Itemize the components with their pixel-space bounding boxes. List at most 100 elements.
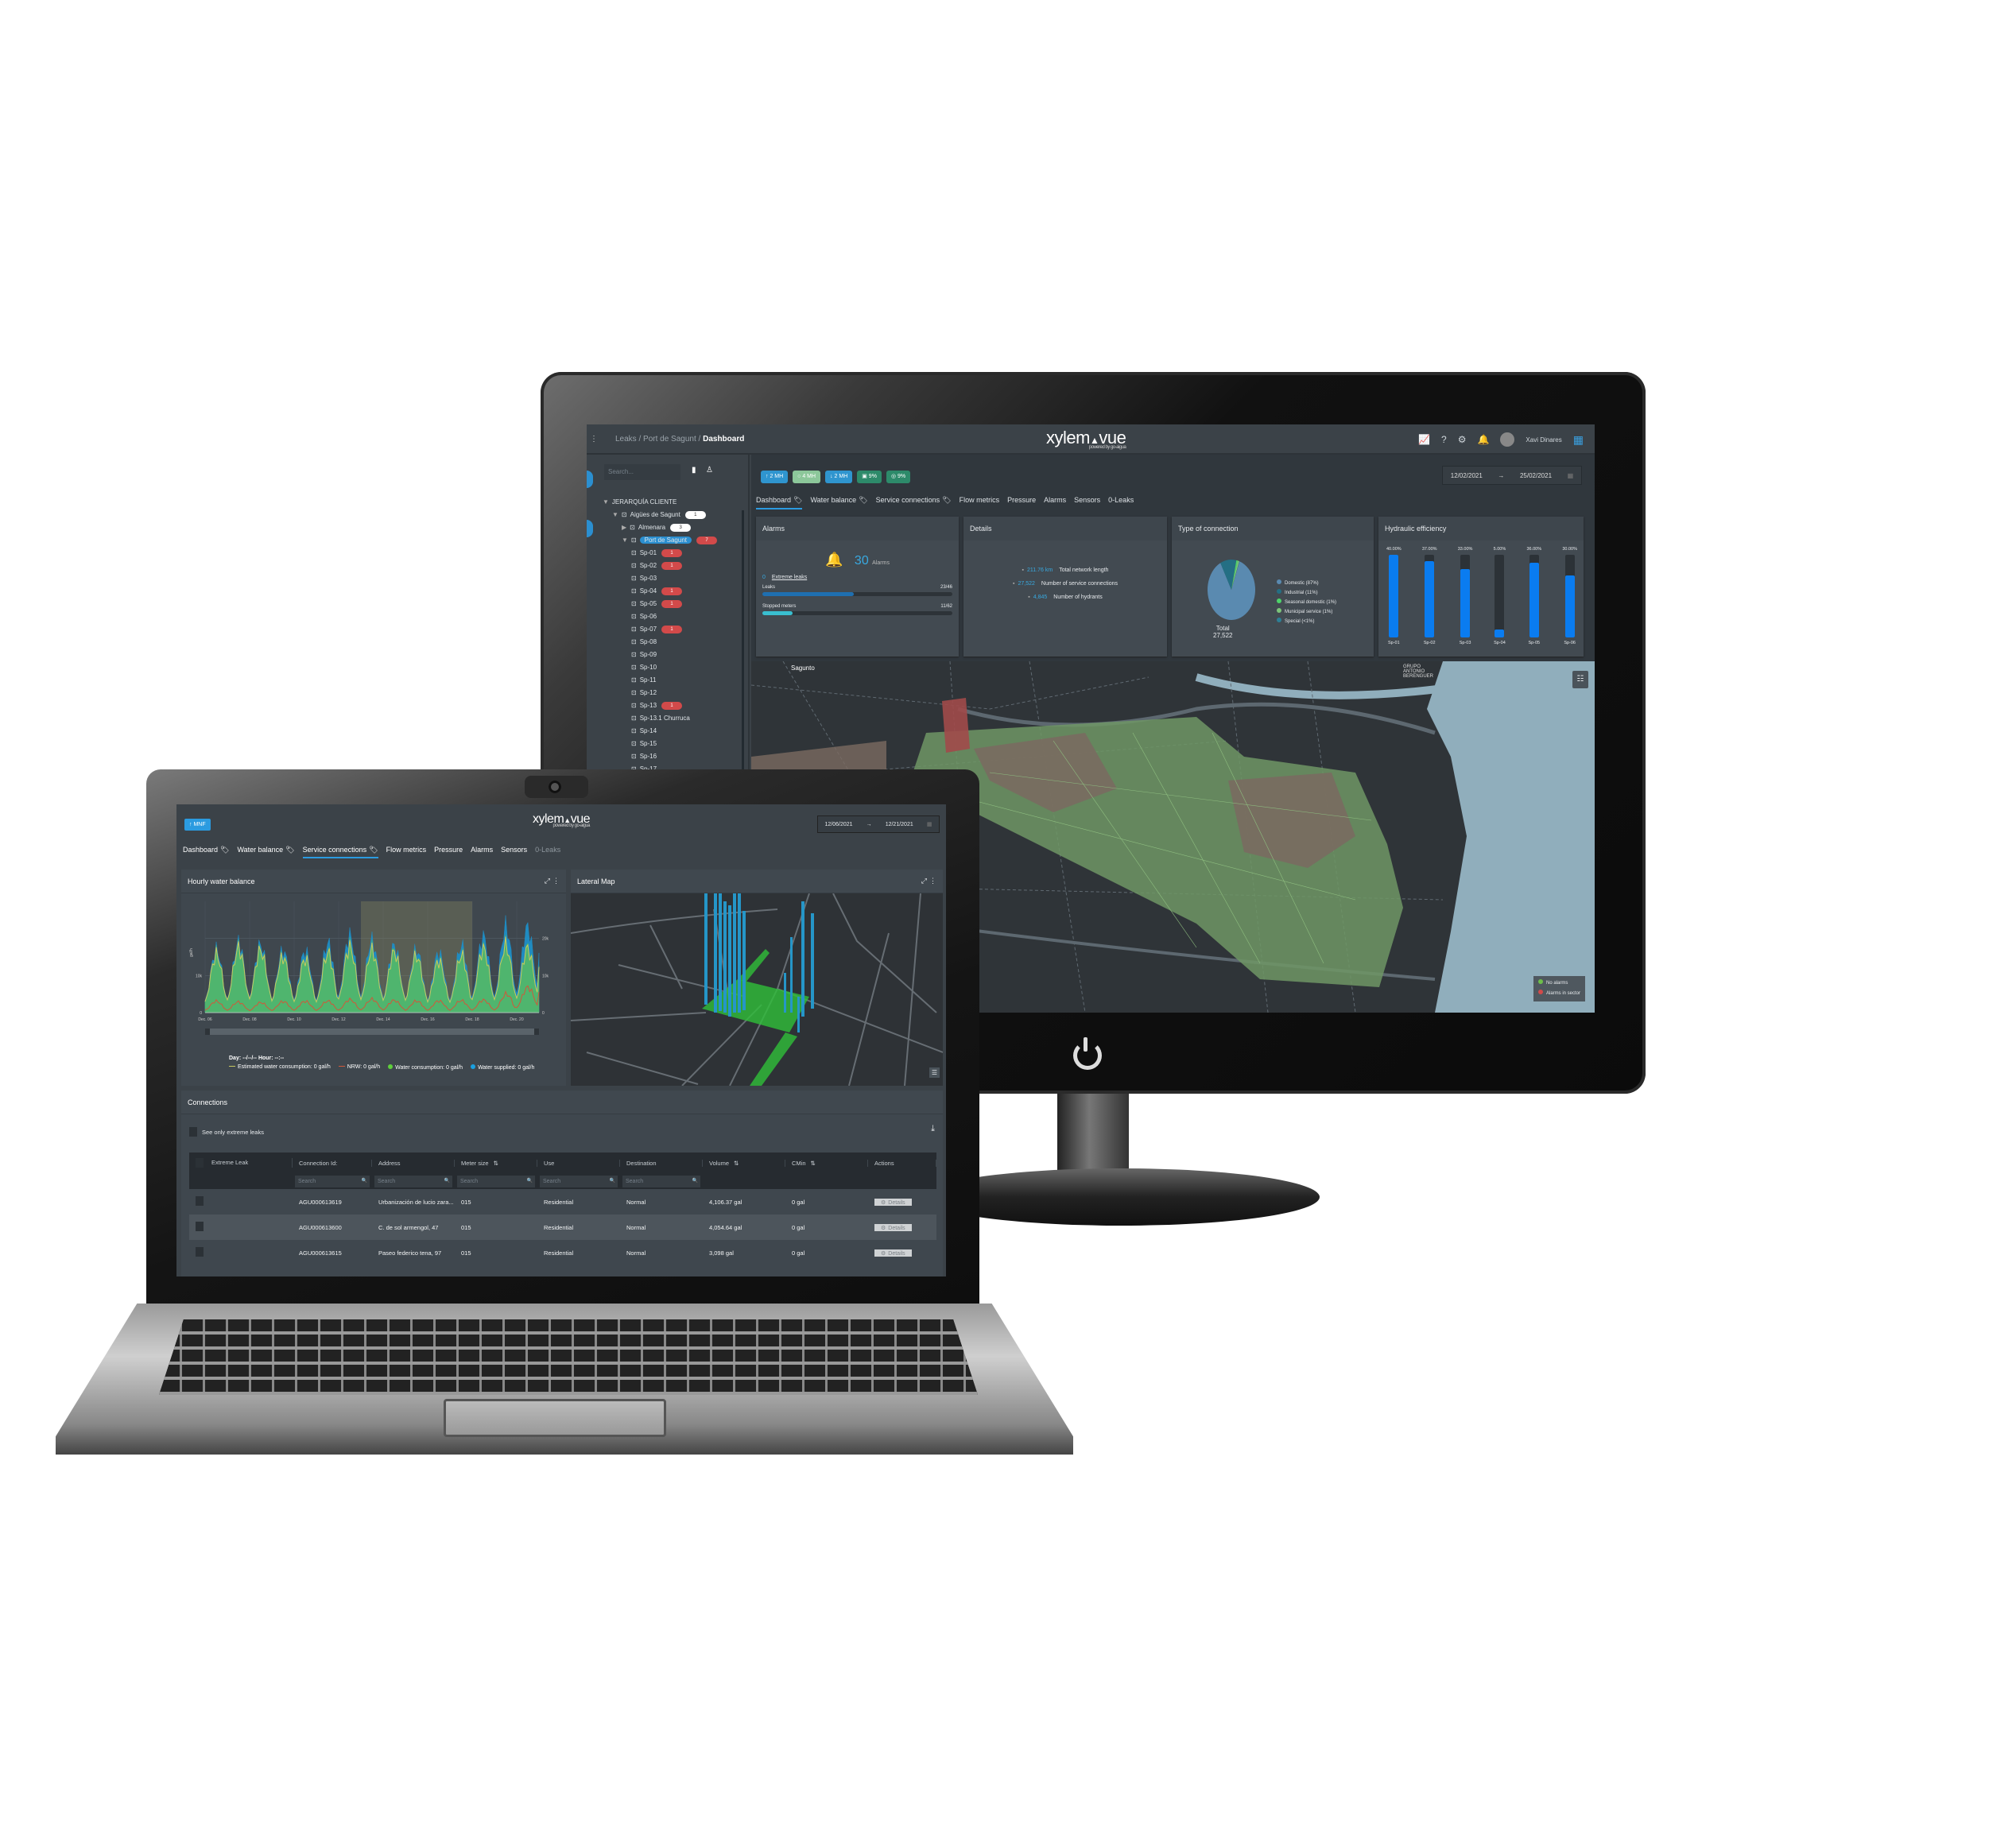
- tree-node[interactable]: ⊡ Sp-09: [603, 649, 717, 661]
- tree-node[interactable]: ▼ JERARQUÍA CLIENTE: [603, 496, 717, 509]
- date-from[interactable]: 12/06/2021: [825, 822, 853, 827]
- efficiency-bar[interactable]: 33.00% Sp-03: [1458, 547, 1473, 650]
- expand-icon[interactable]: ⤢: [921, 877, 927, 885]
- tree-node[interactable]: ⊡ Sp-10: [603, 661, 717, 674]
- column-header[interactable]: Destination: [620, 1159, 703, 1167]
- tree-node[interactable]: ⊡ Sp-08: [603, 636, 717, 649]
- legend-item[interactable]: Estimated water consumption: 0 gal/h: [229, 1064, 331, 1071]
- details-button[interactable]: ⚙ Details: [874, 1249, 912, 1257]
- apps-grid-icon[interactable]: ▦: [1573, 433, 1584, 447]
- efficiency-bar[interactable]: 37.00% Sp-02: [1422, 547, 1437, 650]
- scroll-right-button[interactable]: [534, 1029, 539, 1035]
- tab-dashboard[interactable]: Dashboard 🏷: [183, 846, 229, 858]
- date-to[interactable]: 25/02/2021: [1520, 472, 1552, 479]
- tab-flow-metrics[interactable]: Flow metrics: [386, 846, 427, 858]
- tab-pressure[interactable]: Pressure: [434, 846, 463, 858]
- tab-service-connections[interactable]: Service connections 🏷: [876, 496, 952, 509]
- details-button[interactable]: ⚙ Details: [874, 1223, 912, 1231]
- breadcrumb-item[interactable]: Leaks: [615, 435, 637, 444]
- mnf-button[interactable]: ↑ MNF: [184, 819, 211, 831]
- column-header[interactable]: Volume ⇅: [703, 1159, 785, 1167]
- tab-pressure[interactable]: Pressure: [1007, 496, 1036, 509]
- row-checkbox[interactable]: [196, 1222, 204, 1231]
- caret-down-icon[interactable]: ▼: [603, 498, 609, 506]
- tab-alarms[interactable]: Alarms: [471, 846, 493, 858]
- caret-down-icon[interactable]: ▼: [612, 511, 618, 518]
- sidebar-rail-handle[interactable]: [587, 471, 593, 488]
- tree-node[interactable]: ⊡ Sp-03: [603, 572, 717, 585]
- expand-icon[interactable]: ⤢: [545, 877, 550, 885]
- tree-node[interactable]: ⊡ Sp-01 1: [603, 547, 717, 560]
- kpi-chip[interactable]: ↓ 2 MH: [825, 471, 853, 483]
- tree-node[interactable]: ⊡ Sp-15: [603, 738, 717, 750]
- tree-node[interactable]: ⊡ Sp-14: [603, 725, 717, 738]
- calendar-icon[interactable]: ▦: [927, 821, 932, 827]
- row-checkbox[interactable]: [196, 1247, 204, 1257]
- settings-icon[interactable]: ⚙: [1458, 434, 1467, 445]
- tree-node[interactable]: ⊡ Sp-13.1 Churruca: [603, 712, 717, 725]
- tree-node[interactable]: ⊡ Sp-11: [603, 674, 717, 687]
- row-checkbox[interactable]: [196, 1196, 204, 1206]
- column-header[interactable]: Meter size ⇅: [455, 1159, 537, 1167]
- table-row[interactable]: AGU000613600 C. de sol armengol, 47 015 Res…: [189, 1214, 936, 1240]
- column-search-input[interactable]: Search: [295, 1175, 370, 1187]
- date-range-picker[interactable]: 12/06/2021 → 12/21/2021 ▦: [817, 815, 940, 833]
- user-filter-icon[interactable]: ♙: [706, 466, 713, 475]
- breadcrumb-item[interactable]: Port de Sagunt: [643, 435, 696, 444]
- tree-node[interactable]: ▼ ⊡ Port de Sagunt 7: [603, 534, 717, 547]
- table-row[interactable]: AGU000613619 Urbanización de lucio zara..…: [189, 1189, 936, 1214]
- sort-icon[interactable]: ⇅: [734, 1160, 739, 1167]
- select-all-checkbox[interactable]: [196, 1158, 204, 1168]
- legend-item[interactable]: Water consumption: 0 gal/h: [388, 1064, 463, 1071]
- layers-icon[interactable]: ☷: [1572, 671, 1588, 688]
- calendar-icon[interactable]: ▦: [1568, 472, 1574, 479]
- map-filter-icon[interactable]: ☰: [929, 1067, 940, 1078]
- more-options-icon[interactable]: ⋮: [929, 877, 936, 885]
- water-balance-chart[interactable]: Dec. 06 Dec. 08 Dec. 10 Dec. 12 Dec. 14 Dec. …: [181, 893, 566, 1049]
- tree-node[interactable]: ⊡ Sp-04 1: [603, 585, 717, 598]
- column-search-input[interactable]: Search: [374, 1175, 452, 1187]
- details-button[interactable]: ⚙ Details: [874, 1198, 912, 1206]
- tab-sensors[interactable]: Sensors: [1074, 496, 1100, 509]
- tab-service-connections[interactable]: Service connections 🏷: [302, 846, 378, 858]
- tree-node[interactable]: ▼ ⊡ Aigües de Sagunt 1: [603, 509, 717, 521]
- sort-icon[interactable]: ⇅: [811, 1160, 816, 1167]
- tree-node[interactable]: ⊡ Sp-06: [603, 610, 717, 623]
- date-to[interactable]: 12/21/2021: [886, 822, 913, 827]
- tree-node[interactable]: ⊡ Sp-07 1: [603, 623, 717, 636]
- caret-right-icon[interactable]: ▶: [622, 524, 626, 531]
- tab-water-balance[interactable]: Water balance 🏷: [237, 846, 294, 858]
- column-header[interactable]: Actions: [868, 1159, 936, 1167]
- help-icon[interactable]: ?: [1441, 434, 1447, 445]
- sidebar-search-input[interactable]: Search...: [604, 464, 680, 480]
- tree-node[interactable]: ▶ ⊡ Almenara 3: [603, 521, 717, 534]
- column-header[interactable]: Connection Id:: [293, 1159, 372, 1167]
- user-name[interactable]: Xavi Dinares: [1526, 436, 1561, 444]
- efficiency-bar[interactable]: 40.00% Sp-01: [1386, 547, 1402, 650]
- tab-water-balance[interactable]: Water balance 🏷: [810, 496, 867, 509]
- date-from[interactable]: 12/02/2021: [1451, 472, 1483, 479]
- tree-node[interactable]: ⊡ Sp-16: [603, 750, 717, 763]
- efficiency-bar[interactable]: 36.00% Sp-05: [1526, 547, 1541, 650]
- tree-node[interactable]: ⊡ Sp-13 1: [603, 699, 717, 712]
- tab-flow-metrics[interactable]: Flow metrics: [960, 496, 1000, 509]
- chart-icon[interactable]: 📈: [1418, 434, 1430, 445]
- caret-down-icon[interactable]: ▼: [622, 537, 628, 544]
- tree-node[interactable]: ⊡ Sp-05 1: [603, 598, 717, 610]
- kpi-chip[interactable]: ▣ 9%: [857, 471, 882, 483]
- extreme-leaks-checkbox[interactable]: [189, 1127, 197, 1137]
- tab-alarms[interactable]: Alarms: [1044, 496, 1066, 509]
- efficiency-bar[interactable]: 5.00% Sp-04: [1494, 547, 1506, 650]
- scroll-left-button[interactable]: [205, 1029, 210, 1035]
- date-range-picker[interactable]: 12/02/2021 → 25/02/2021 ▦: [1442, 466, 1582, 485]
- 3d-map-canvas[interactable]: [571, 893, 943, 1086]
- column-header[interactable]: Use: [537, 1159, 620, 1167]
- column-search-input[interactable]: Search: [457, 1175, 535, 1187]
- tab-0-leaks[interactable]: 0-Leaks: [1108, 496, 1134, 509]
- chart-range-scrollbar[interactable]: [205, 1029, 539, 1035]
- column-header[interactable]: Extreme Leak: [189, 1158, 293, 1168]
- kpi-chip[interactable]: ↑ 2 MH: [761, 471, 789, 483]
- column-search-input[interactable]: Search: [540, 1175, 618, 1187]
- tree-node[interactable]: ⊡ Sp-12: [603, 687, 717, 699]
- tree-node[interactable]: ⊡ Sp-02 1: [603, 560, 717, 572]
